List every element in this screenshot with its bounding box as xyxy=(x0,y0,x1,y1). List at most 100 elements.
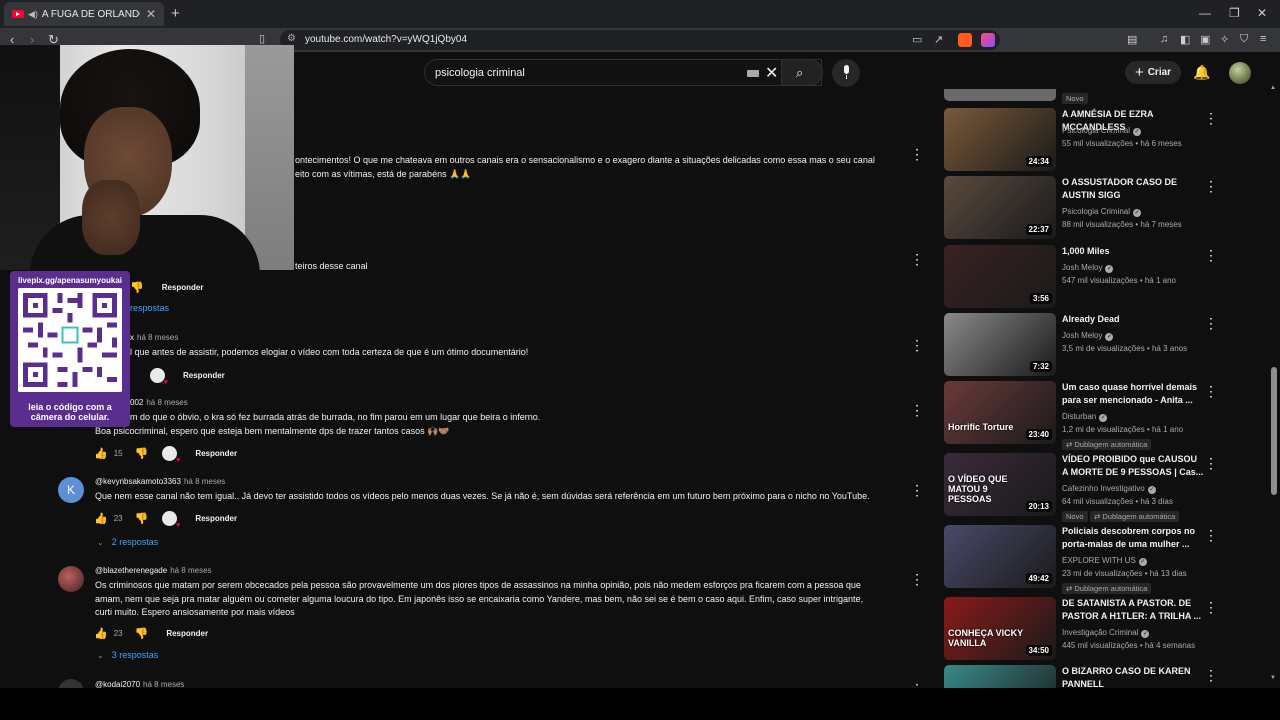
account-avatar[interactable] xyxy=(1229,62,1251,84)
dislike-icon[interactable]: 👎 xyxy=(135,512,149,525)
view-replies-link[interactable]: ⌄ 2 respostas xyxy=(97,537,158,547)
verified-icon: ✓ xyxy=(1105,265,1114,273)
comment-author[interactable]: @kevynbsakamoto3363 xyxy=(95,477,181,486)
like-icon[interactable]: 👍 xyxy=(94,512,108,525)
channel-name[interactable]: Psicologia Criminal ✓ xyxy=(1062,126,1142,136)
video-menu-icon[interactable]: ⋮ xyxy=(1204,315,1218,332)
tab-close-icon[interactable]: ✕ xyxy=(146,7,156,21)
comment-author[interactable]: x xyxy=(130,333,134,342)
dislike-icon[interactable]: 👎 xyxy=(130,281,144,294)
voice-search-button[interactable] xyxy=(832,59,860,87)
comment-menu-icon[interactable]: ⋮ xyxy=(910,572,924,586)
channel-name[interactable]: Disturban ✓ xyxy=(1062,412,1108,422)
search-box[interactable]: psicologia criminal ✕ xyxy=(424,59,822,86)
scrollbar-thumb[interactable] xyxy=(1271,367,1277,495)
reply-button[interactable]: Responder xyxy=(183,371,225,380)
video-menu-icon[interactable]: ⋮ xyxy=(1204,599,1218,616)
comment-author[interactable]: 002 xyxy=(130,398,143,407)
video-title[interactable]: DE SATANISTA A PASTOR. DE PASTOR A H1TLE… xyxy=(1062,597,1204,623)
dislike-icon[interactable]: 👎 xyxy=(135,447,149,460)
brave-rewards-icon[interactable] xyxy=(981,33,995,47)
view-replies-link[interactable]: ⌄ 3 respostas xyxy=(97,650,158,660)
keyboard-icon[interactable] xyxy=(747,70,759,77)
video-title[interactable]: VÍDEO PROIBIDO que CAUSOU A MORTE DE 9 P… xyxy=(1062,453,1204,479)
comment-menu-icon[interactable]: ⋮ xyxy=(910,147,924,161)
video-menu-icon[interactable]: ⋮ xyxy=(1204,178,1218,195)
bookmark-icon[interactable]: ▯ xyxy=(259,32,265,45)
video-duration: 7:32 xyxy=(1029,361,1052,372)
omnibox[interactable]: ⚙ youtube.com/watch?v=yWQ1jQby04 ▭ ↗ xyxy=(280,30,1000,50)
site-info-icon[interactable]: ⚙ xyxy=(287,33,296,44)
video-thumbnail[interactable]: 24:34 xyxy=(944,108,1056,171)
browser-tab[interactable]: ◀) A FUGA DE ORLANDO TERCE ✕ xyxy=(4,2,164,26)
video-thumbnail[interactable]: O VÍDEO QUE MATOU 9 PESSOAS 20:13 xyxy=(944,453,1056,516)
channel-name[interactable]: Josh Meloy ✓ xyxy=(1062,263,1114,273)
channel-name[interactable]: Psicologia Criminal ✓ xyxy=(1062,207,1142,217)
like-count: 23 xyxy=(113,513,123,523)
reply-button[interactable]: Responder xyxy=(162,283,204,292)
comment-avatar[interactable]: K xyxy=(58,477,84,503)
video-stats: 445 mil visualizações • há 4 semanas xyxy=(1062,641,1196,650)
video-thumbnail[interactable]: 7:32 xyxy=(944,313,1056,376)
channel-name[interactable]: EXPLORE WITH US ✓ xyxy=(1062,556,1147,566)
dislike-icon[interactable]: 👎 xyxy=(135,627,149,640)
video-thumbnail[interactable]: 22:37 xyxy=(944,176,1056,239)
video-menu-icon[interactable]: ⋮ xyxy=(1204,110,1218,127)
notifications-bell-icon[interactable]: 🔔 xyxy=(1193,64,1210,81)
comment-menu-icon[interactable]: ⋮ xyxy=(910,338,924,352)
video-thumbnail[interactable]: CONHEÇA VICKY VANILLA 34:50 xyxy=(944,597,1056,660)
clear-search-icon[interactable]: ✕ xyxy=(765,63,778,83)
video-title[interactable]: Already Dead xyxy=(1062,313,1204,326)
like-icon[interactable]: 👍 xyxy=(94,627,108,640)
wallet-icon[interactable]: ▣ xyxy=(1200,33,1210,46)
channel-name[interactable]: Josh Meloy ✓ xyxy=(1062,331,1114,341)
reply-button[interactable]: Responder xyxy=(195,449,237,458)
create-button[interactable]: + Criar xyxy=(1125,61,1181,84)
reply-button[interactable]: Responder xyxy=(195,514,237,523)
search-input[interactable]: psicologia criminal xyxy=(435,67,525,79)
share-icon[interactable]: ↗ xyxy=(934,33,943,46)
page-scrollbar[interactable]: ▲ ▼ xyxy=(1270,85,1278,688)
media-icon[interactable]: ♫ xyxy=(1160,33,1168,45)
comment-text: teiros desse canal xyxy=(295,261,368,271)
scroll-up-icon[interactable]: ▲ xyxy=(1270,85,1276,91)
restore-button[interactable]: ❐ xyxy=(1229,6,1240,20)
video-menu-icon[interactable]: ⋮ xyxy=(1204,527,1218,544)
close-window-button[interactable]: ✕ xyxy=(1257,6,1267,20)
comment-author[interactable]: @blazetherenegade xyxy=(95,566,167,575)
scroll-down-icon[interactable]: ▼ xyxy=(1270,675,1276,681)
cast-icon[interactable]: ▭ xyxy=(912,33,922,46)
video-menu-icon[interactable]: ⋮ xyxy=(1204,455,1218,472)
video-title[interactable]: Policiais descobrem corpos no porta-mala… xyxy=(1062,525,1204,551)
leo-ai-icon[interactable]: ✧ xyxy=(1220,33,1229,46)
menu-icon[interactable]: ≡ xyxy=(1260,33,1266,45)
minimize-button[interactable]: — xyxy=(1199,6,1211,20)
video-menu-icon[interactable]: ⋮ xyxy=(1204,667,1218,684)
video-thumbnail[interactable]: Horrific Torture 23:40 xyxy=(944,381,1056,444)
speaker-icon[interactable]: ◀) xyxy=(28,9,38,20)
vpn-icon[interactable]: ⛉ xyxy=(1240,33,1248,46)
video-thumbnail[interactable]: 3:56 xyxy=(944,245,1056,308)
video-menu-icon[interactable]: ⋮ xyxy=(1204,247,1218,264)
comment-menu-icon[interactable]: ⋮ xyxy=(910,483,924,497)
video-title[interactable]: 1,000 Miles xyxy=(1062,245,1204,258)
brave-shield-icon[interactable] xyxy=(958,33,972,47)
new-tab-button[interactable]: + xyxy=(171,5,180,22)
channel-name[interactable]: Cafezinho Investigativo ✓ xyxy=(1062,484,1156,494)
comment-menu-icon[interactable]: ⋮ xyxy=(910,403,924,417)
comment-avatar[interactable] xyxy=(58,566,84,592)
search-button[interactable]: ⌕ xyxy=(781,59,823,86)
sidebar-icon[interactable]: ◧ xyxy=(1180,33,1190,46)
video-title[interactable]: Um caso quase horrível demais para ser m… xyxy=(1062,381,1204,407)
reader-icon[interactable]: ▤ xyxy=(1127,33,1137,46)
reply-button[interactable]: Responder xyxy=(166,629,208,638)
view-replies-link[interactable]: respostas xyxy=(130,303,169,313)
like-icon[interactable]: 👍 xyxy=(94,447,108,460)
video-menu-icon[interactable]: ⋮ xyxy=(1204,383,1218,400)
comment-menu-icon[interactable]: ⋮ xyxy=(910,252,924,266)
video-duration: 20:13 xyxy=(1025,501,1052,512)
video-thumbnail[interactable] xyxy=(944,89,1056,101)
video-thumbnail[interactable]: 49:42 xyxy=(944,525,1056,588)
channel-name[interactable]: Investigação Criminal ✓ xyxy=(1062,628,1150,638)
video-title[interactable]: O ASSUSTADOR CASO DE AUSTIN SIGG xyxy=(1062,176,1204,202)
